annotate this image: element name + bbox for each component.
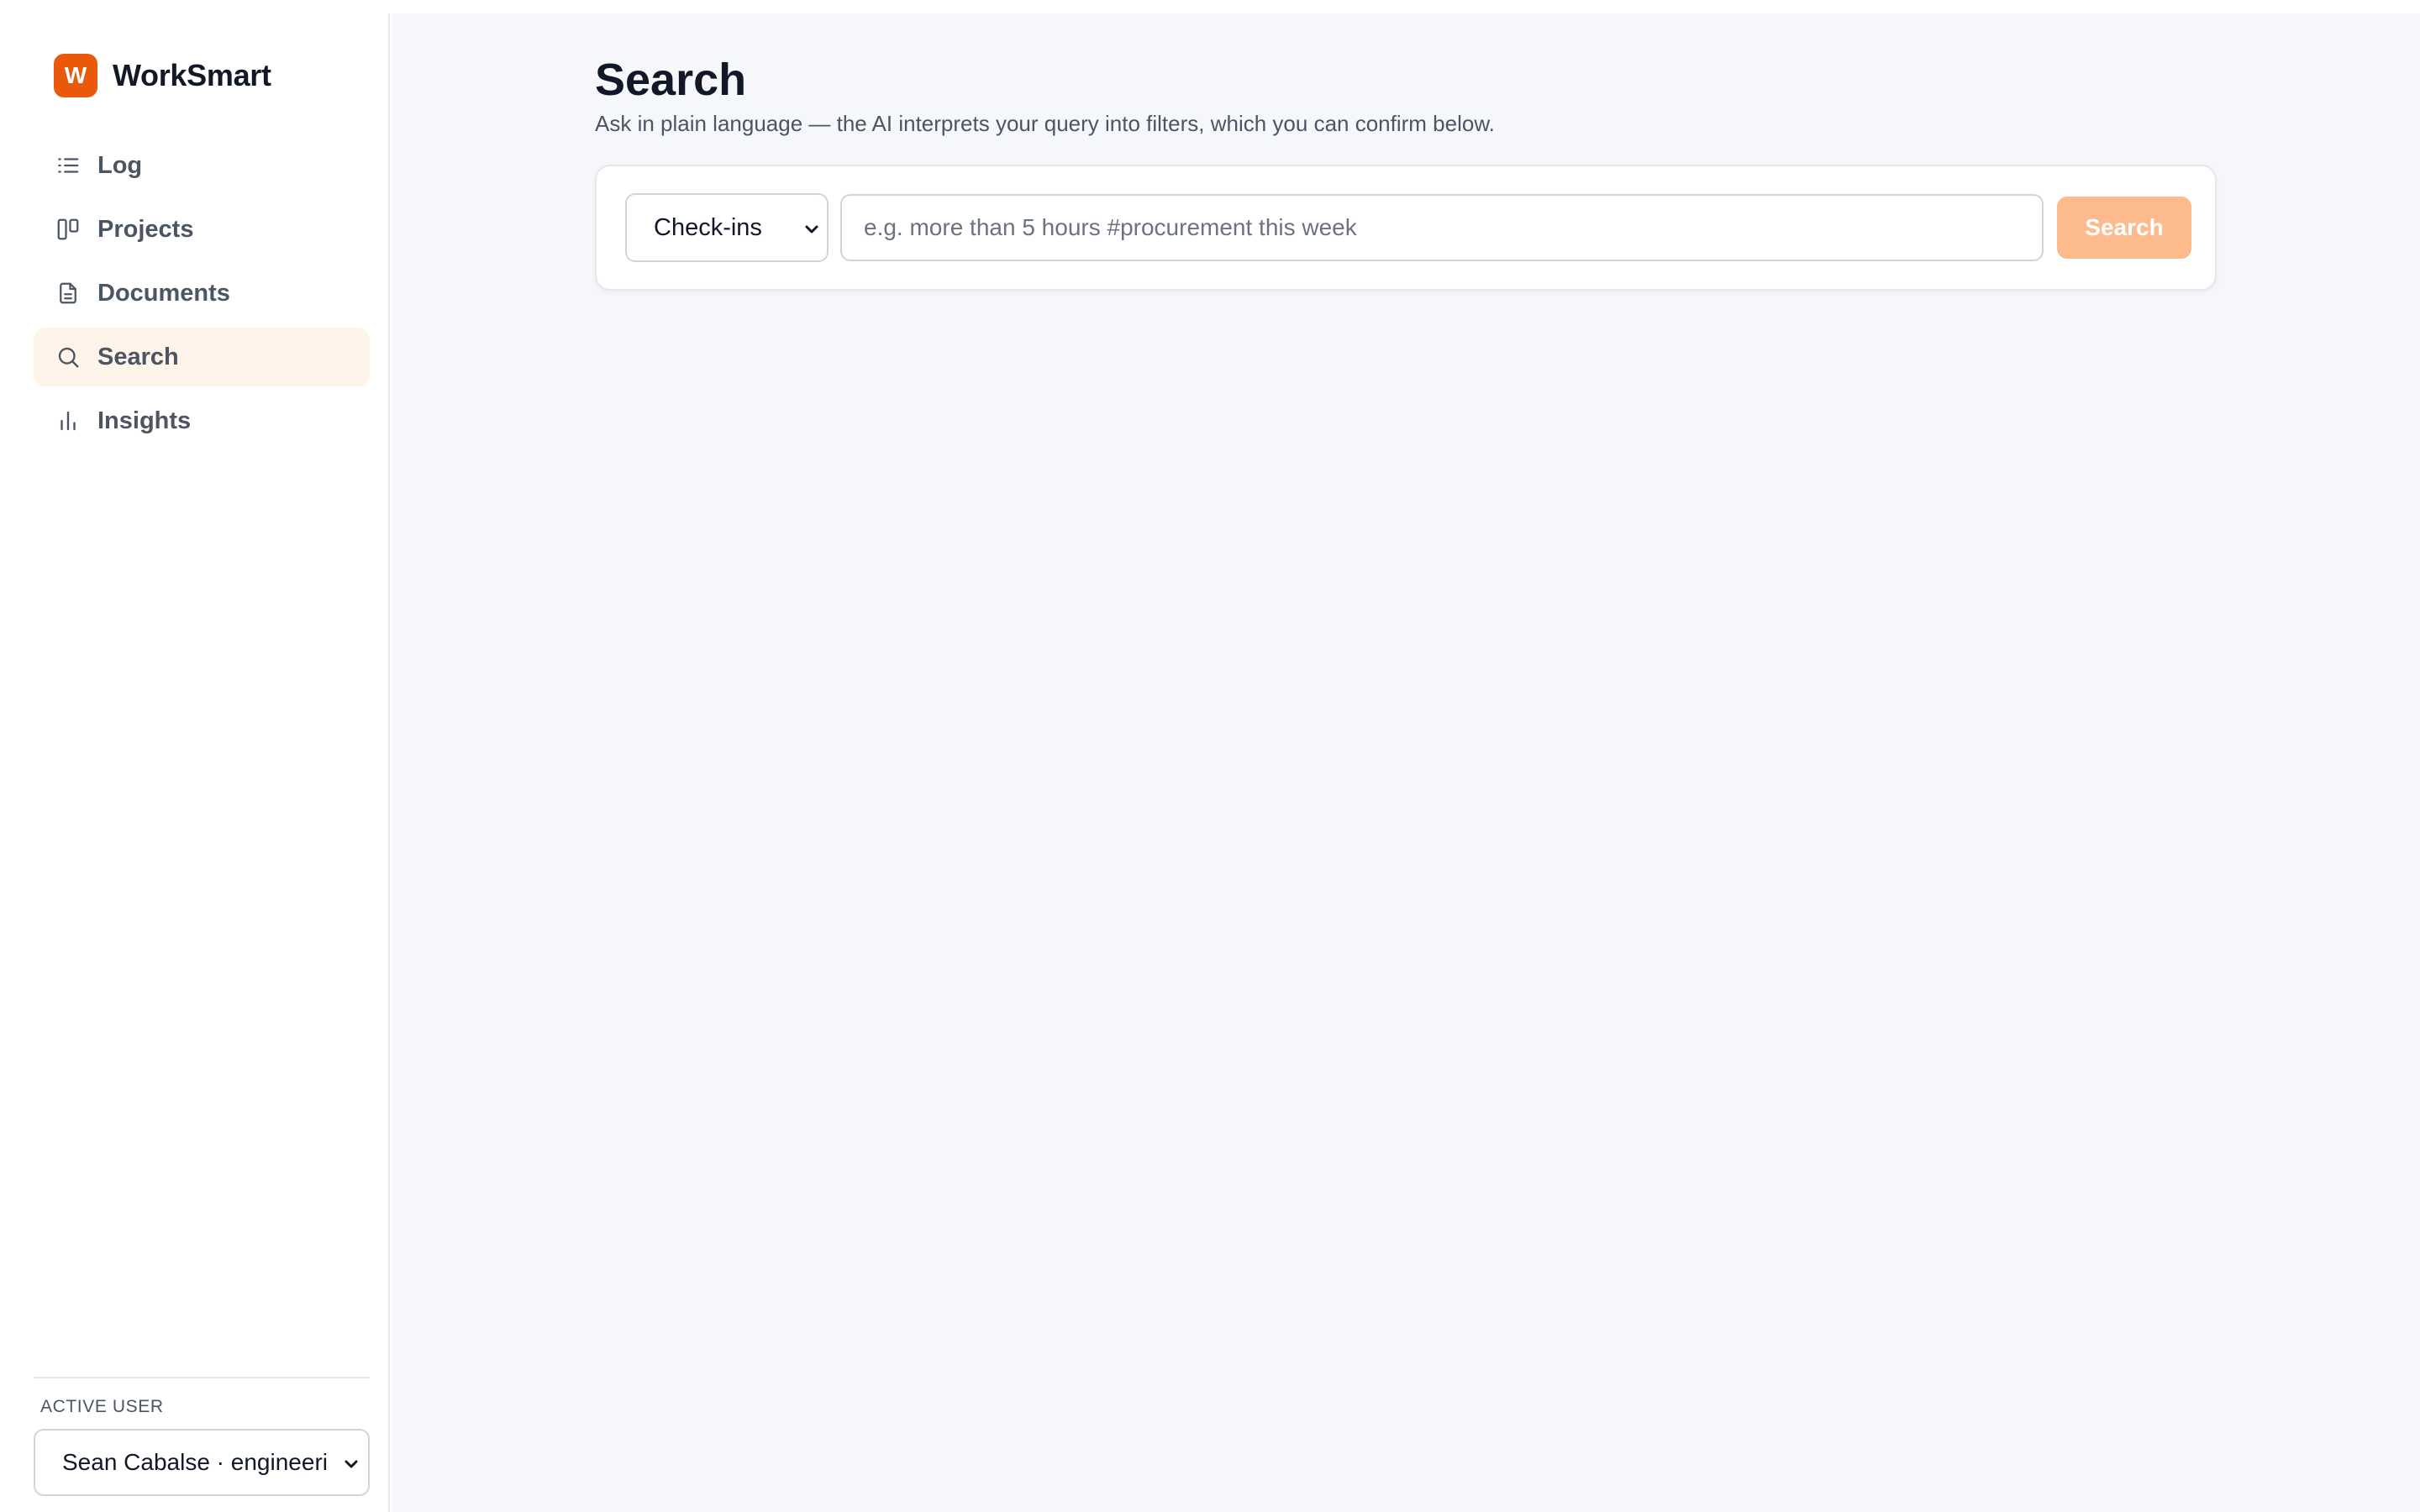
search-type-value: Check-ins	[654, 213, 762, 241]
search-button[interactable]: Search	[2057, 197, 2191, 259]
window-top-strip	[0, 0, 2420, 13]
kanban-icon	[55, 217, 81, 242]
app-root: W WorkSmart Log Projects Documents Searc…	[0, 0, 2420, 1512]
sidebar-item-documents[interactable]: Documents	[34, 264, 370, 323]
sidebar-item-label: Log	[97, 151, 143, 179]
sidebar-nav: Log Projects Documents Search Insights	[34, 136, 370, 455]
document-icon	[55, 281, 81, 306]
bar-chart-icon	[55, 408, 81, 433]
chevron-down-icon	[805, 225, 818, 234]
sidebar-item-search[interactable]: Search	[34, 328, 370, 386]
sidebar-item-label: Insights	[97, 407, 192, 434]
sidebar-item-label: Documents	[97, 279, 230, 307]
active-user-select[interactable]: Sean Cabalse · engineerin	[34, 1429, 370, 1496]
list-icon	[55, 153, 81, 178]
active-user-value: Sean Cabalse · engineerin	[62, 1449, 328, 1475]
sidebar-item-label: Projects	[97, 215, 194, 243]
search-card: Check-ins Search	[595, 165, 2217, 291]
active-user-section: ACTIVE USER Sean Cabalse · engineerin	[34, 1377, 370, 1496]
brand-name: WorkSmart	[113, 58, 271, 92]
sidebar-item-label: Search	[97, 343, 179, 370]
search-type-select[interactable]: Check-ins	[625, 193, 829, 262]
sidebar: W WorkSmart Log Projects Documents Searc…	[0, 13, 390, 1512]
page-subtitle: Ask in plain language — the AI interpret…	[595, 111, 1495, 136]
page-title: Search	[595, 55, 747, 105]
brand[interactable]: W WorkSmart	[54, 54, 271, 97]
sidebar-item-insights[interactable]: Insights	[34, 391, 370, 450]
brand-logo: W	[54, 54, 97, 97]
search-input[interactable]	[840, 194, 2044, 261]
chevron-down-icon	[345, 1460, 358, 1468]
active-user-label: ACTIVE USER	[40, 1397, 164, 1416]
sidebar-item-log[interactable]: Log	[34, 136, 370, 195]
search-icon	[55, 344, 81, 370]
main-content: Search Ask in plain language — the AI in…	[392, 13, 2420, 1512]
sidebar-item-projects[interactable]: Projects	[34, 200, 370, 259]
